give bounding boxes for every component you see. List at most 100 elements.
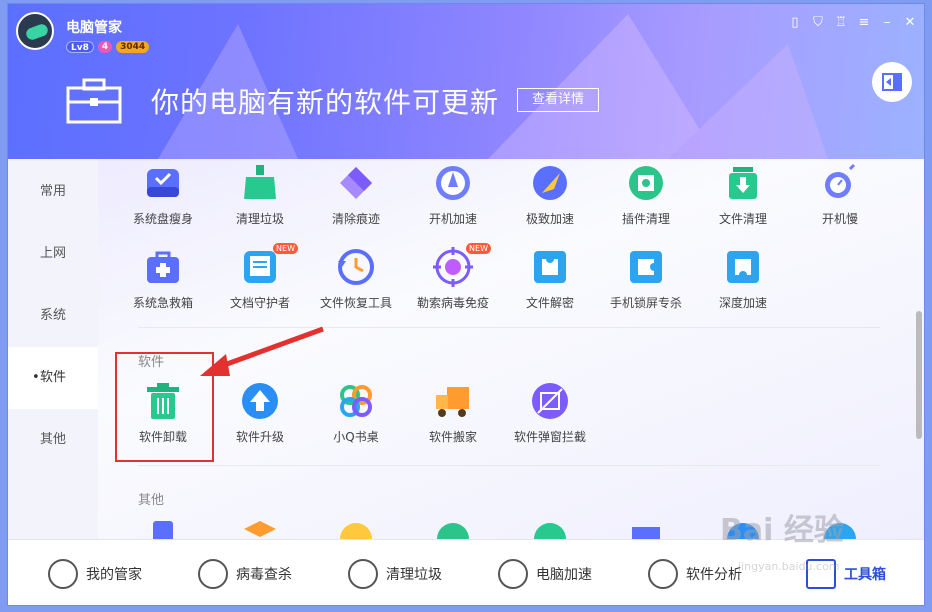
tool-slow-boot[interactable]: 开机慢	[792, 163, 888, 227]
new-badge: NEW	[273, 243, 298, 254]
tool-file-recovery[interactable]: 文件恢复工具	[308, 247, 404, 311]
truck-icon	[433, 381, 473, 421]
update-banner: 你的电脑有新的软件可更新	[151, 86, 500, 119]
shield-icon[interactable]: ⛉	[812, 15, 824, 30]
document-icon: NEW	[240, 243, 298, 287]
user-badges: Lv8 4 3044	[66, 41, 150, 53]
exit-button[interactable]	[872, 62, 912, 102]
close-icon[interactable]: ✕	[904, 15, 916, 30]
header: 电脑管家 Lv8 4 3044 ▯ ⛉ ♖ ≡ – ✕ 你的电脑有新的软件可更新…	[8, 4, 924, 159]
broom-icon	[240, 163, 280, 203]
pointer-arrow	[200, 326, 324, 376]
tool-system-disk-slim[interactable]: 系统盘瘦身	[115, 163, 211, 227]
content-area: 常用 上网 系统 软件 其他 系统盘瘦身 清理垃圾 清除痕迹 开机加速	[8, 159, 924, 539]
puzzle-piece-icon	[626, 247, 666, 287]
clover-icon	[336, 381, 376, 421]
tool-partial[interactable]	[308, 517, 404, 539]
bottom-nav: 我的管家 病毒查杀 清理垃圾 电脑加速 软件分析 工具箱	[8, 539, 924, 605]
rocket-icon	[433, 163, 473, 203]
tool-partial[interactable]	[792, 517, 888, 539]
magnifier-icon	[648, 559, 678, 589]
sidebar-item-common[interactable]: 常用	[8, 161, 98, 223]
cube-icon	[240, 517, 280, 539]
nav-software-analysis[interactable]: 软件分析	[648, 557, 742, 591]
tool-ransomware-immunity[interactable]: NEW 勒索病毒免疫	[405, 243, 501, 311]
tool-deep-speedup[interactable]: 深度加速	[695, 247, 791, 311]
trash-download-icon	[723, 163, 763, 203]
gauge-icon	[723, 517, 763, 539]
section-title-other: 其他	[138, 493, 165, 508]
view-details-button[interactable]: 查看详情	[517, 88, 599, 112]
phone-icon[interactable]: ▯	[789, 15, 801, 30]
app-title: 电脑管家	[66, 20, 122, 36]
sidebar-item-internet[interactable]: 上网	[8, 223, 98, 285]
tool-plugin-clean[interactable]: 插件清理	[598, 163, 694, 227]
feather-icon	[530, 163, 570, 203]
vacuum-icon	[348, 559, 378, 589]
clock-restore-icon	[336, 247, 376, 287]
tool-ultimate-speedup[interactable]: 极致加速	[502, 163, 598, 227]
tool-clear-traces[interactable]: 清除痕迹	[308, 163, 404, 227]
tool-partial[interactable]	[695, 517, 791, 539]
tool-software-move[interactable]: 软件搬家	[405, 381, 501, 445]
scrollbar[interactable]	[916, 311, 922, 439]
tool-xiaoq-desk[interactable]: 小Q书桌	[308, 381, 404, 445]
phone-icon	[143, 517, 183, 539]
tool-partial[interactable]	[212, 517, 308, 539]
nav-speedup[interactable]: 电脑加速	[498, 557, 592, 591]
penguin-icon	[820, 517, 860, 539]
window-controls: ▯ ⛉ ♖ ≡ – ✕	[789, 15, 916, 30]
tool-phone-lockscreen-kill[interactable]: 手机锁屏专杀	[598, 247, 694, 311]
puzzle-piece-icon	[723, 247, 763, 287]
tool-boot-speedup[interactable]: 开机加速	[405, 163, 501, 227]
tool-partial[interactable]	[598, 517, 694, 539]
level-badge[interactable]: Lv8	[66, 41, 94, 53]
nav-toolbox[interactable]: 工具箱	[806, 557, 886, 591]
tool-document-guard[interactable]: NEW 文档守护者	[212, 243, 308, 311]
tool-partial[interactable]	[405, 517, 501, 539]
sidebar-item-other[interactable]: 其他	[8, 409, 98, 471]
arrow-up-circle-icon	[240, 381, 280, 421]
nav-virus-scan[interactable]: 病毒查杀	[198, 557, 292, 591]
toolbox-icon	[66, 78, 122, 124]
sidebar: 常用 上网 系统 软件 其他	[8, 159, 98, 539]
app-window: 电脑管家 Lv8 4 3044 ▯ ⛉ ♖ ≡ – ✕ 你的电脑有新的软件可更新…	[7, 3, 925, 606]
shirt-icon[interactable]: ♖	[835, 15, 847, 30]
puzzle-icon	[626, 163, 666, 203]
alarm-icon	[530, 517, 570, 539]
virus-target-icon: NEW	[433, 243, 491, 287]
first-aid-kit-icon	[143, 247, 183, 287]
monitor-icon	[626, 517, 666, 539]
block-popup-icon	[530, 381, 570, 421]
eraser-icon	[336, 163, 376, 203]
avatar[interactable]	[16, 12, 54, 50]
user-icon	[48, 559, 78, 589]
toolbox-icon	[806, 559, 836, 589]
minimize-icon[interactable]: –	[881, 15, 893, 30]
tool-partial[interactable]	[115, 517, 211, 539]
tool-file-decrypt[interactable]: 文件解密	[502, 247, 598, 311]
disk-icon	[143, 163, 183, 203]
new-badge: NEW	[466, 243, 491, 254]
coin-badge[interactable]: 3044	[116, 41, 150, 53]
tool-software-upgrade[interactable]: 软件升级	[212, 381, 308, 445]
nav-clean-junk[interactable]: 清理垃圾	[348, 557, 442, 591]
lightning-icon	[198, 559, 228, 589]
sidebar-item-software[interactable]: 软件	[8, 347, 98, 409]
circle-icon	[336, 517, 376, 539]
rocket-icon	[498, 559, 528, 589]
globe-icon	[433, 517, 473, 539]
tool-partial[interactable]	[502, 517, 598, 539]
exit-icon	[882, 73, 902, 91]
sidebar-item-system[interactable]: 系统	[8, 285, 98, 347]
nav-my-manager[interactable]: 我的管家	[48, 557, 142, 591]
tool-popup-block[interactable]: 软件弹窗拦截	[502, 381, 598, 445]
menu-icon[interactable]: ≡	[858, 15, 870, 30]
tool-system-rescue[interactable]: 系统急救箱	[115, 247, 211, 311]
divider	[138, 465, 880, 466]
stopwatch-icon	[820, 163, 860, 203]
medal-badge[interactable]: 4	[97, 41, 113, 53]
puzzle-piece-icon	[530, 247, 570, 287]
tool-file-clean[interactable]: 文件清理	[695, 163, 791, 227]
tool-clean-junk[interactable]: 清理垃圾	[212, 163, 308, 227]
